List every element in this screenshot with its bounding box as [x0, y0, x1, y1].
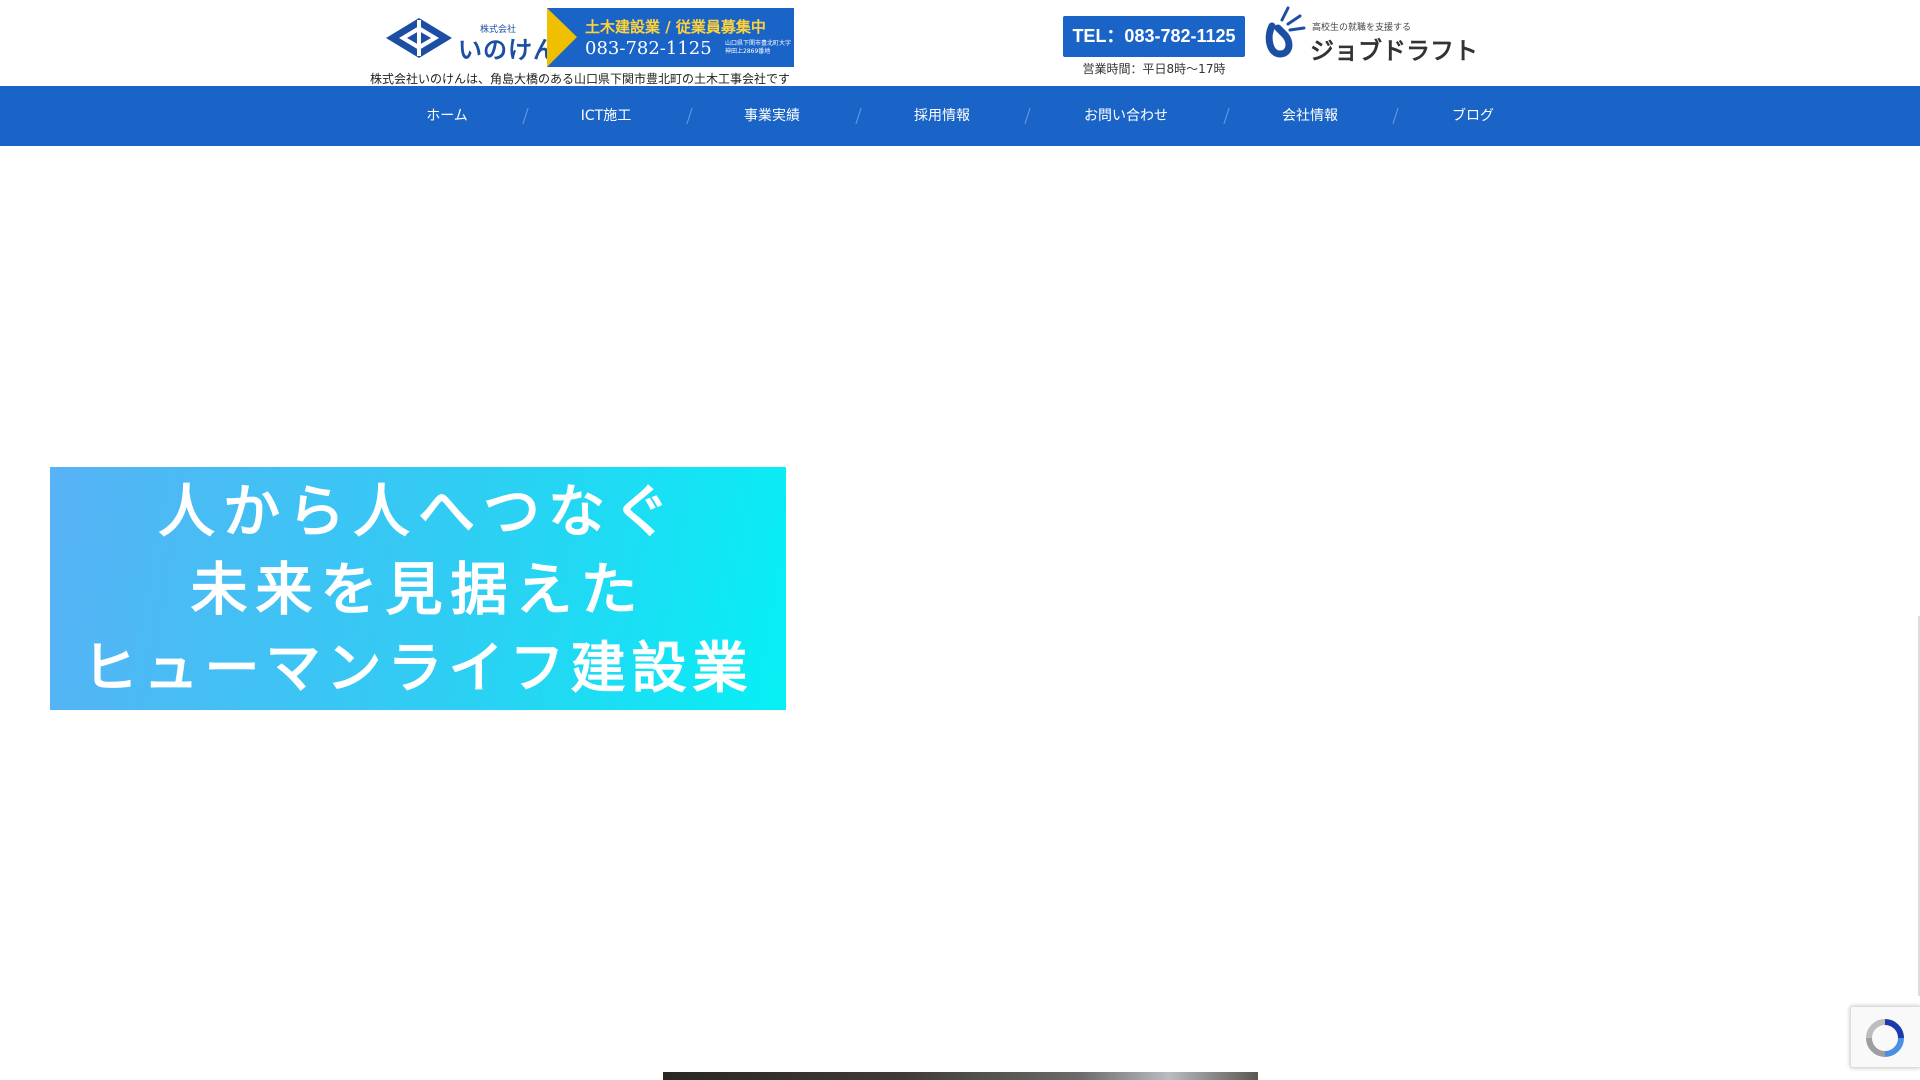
tel-block: TEL：083-782-1125 営業時間：平日8時～17時	[1063, 16, 1245, 77]
jobdraft-name: ジョブドラフト	[1310, 37, 1478, 65]
recruit-banner-address: 山口県下関市豊北町大字神田上2869番地	[725, 40, 792, 55]
logo-name: いのけん	[458, 36, 558, 64]
banner-arrow-icon	[547, 8, 577, 67]
recaptcha-icon	[1866, 1019, 1904, 1057]
hero-banner: 人から人へつなぐ 未来を見据えた ヒューマンライフ建設業	[50, 467, 786, 710]
nav-item-ict[interactable]: ICT施工	[561, 86, 651, 146]
recruit-banner[interactable]: 土木建設業 / 従業員募集中 083-782-1125 山口県下関市豊北町大字神…	[547, 8, 794, 67]
nav-item-home[interactable]: ホーム	[402, 86, 492, 146]
jobdraft-logo-icon	[1265, 6, 1306, 58]
nav-separator	[1024, 108, 1031, 124]
tel-button[interactable]: TEL：083-782-1125	[1063, 16, 1245, 57]
nav-item-blog[interactable]: ブログ	[1428, 86, 1518, 146]
nav-item-recruit[interactable]: 採用情報	[897, 86, 987, 146]
nav-item-company[interactable]: 会社情報	[1265, 86, 1355, 146]
site-header: 株式会社 いのけん 土木建設業 / 従業員募集中 083-782-1125 山口…	[0, 0, 1920, 86]
inoken-diamond-logo-icon	[386, 18, 452, 58]
nav-item-works[interactable]: 事業実績	[727, 86, 817, 146]
nav-separator	[522, 108, 529, 124]
nav-separator	[1392, 108, 1399, 124]
business-hours: 営業時間：平日8時～17時	[1082, 62, 1226, 76]
recruit-banner-title: 土木建設業 / 従業員募集中	[585, 18, 766, 36]
site-tagline: 株式会社いのけんは、角島大橋のある山口県下関市豊北町の土木工事会社です	[370, 72, 791, 86]
nav-item-contact[interactable]: お問い合わせ	[1066, 86, 1186, 146]
nav-separator	[686, 108, 693, 124]
jobdraft-link[interactable]: 高校生の就職を支援する ジョブドラフト	[1262, 4, 1478, 65]
hero-line-3: ヒューマンライフ建設業	[82, 636, 754, 700]
company-logo-link[interactable]: 株式会社 いのけん 土木建設業 / 従業員募集中 083-782-1125 山口…	[380, 8, 800, 70]
section-image-top	[663, 1072, 1258, 1080]
recruit-banner-phone: 083-782-1125	[585, 38, 712, 59]
hero-line-2: 未来を見据えた	[190, 557, 646, 623]
main-nav: ホーム ICT施工 事業実績 採用情報 お問い合わせ 会社情報 ブログ	[0, 86, 1920, 146]
hero-line-1: 人から人へつなぐ	[158, 479, 678, 545]
recaptcha-badge[interactable]	[1850, 1006, 1920, 1068]
nav-separator	[1223, 108, 1230, 124]
nav-separator	[855, 108, 862, 124]
